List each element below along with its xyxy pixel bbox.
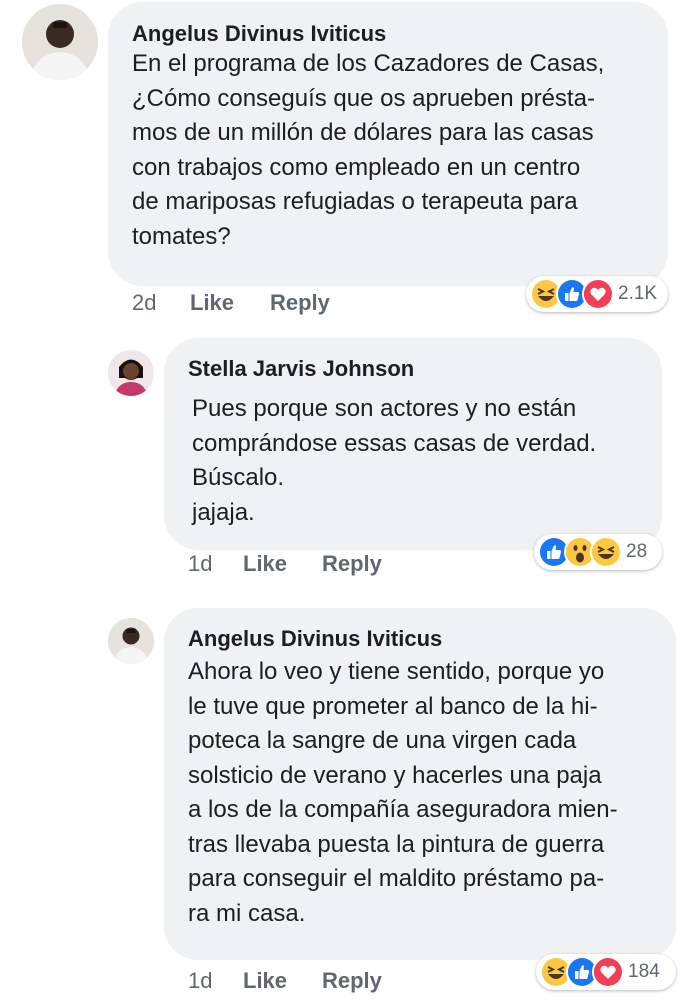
avatar[interactable] xyxy=(108,350,154,396)
comment-author[interactable]: Angelus Divinus Iviticus xyxy=(188,626,442,652)
user-photo-icon xyxy=(108,350,154,396)
user-photo-icon xyxy=(22,4,98,80)
haha-icon xyxy=(590,536,622,568)
like-button[interactable]: Like xyxy=(243,551,287,577)
like-button[interactable]: Like xyxy=(190,290,234,316)
avatar[interactable] xyxy=(22,4,98,80)
comment-actions: 2d Like Reply xyxy=(132,290,532,318)
reaction-count: 28 xyxy=(626,541,648,562)
reply-button[interactable]: Reply xyxy=(270,290,330,316)
reaction-summary[interactable]: 184 xyxy=(536,954,676,990)
like-button[interactable]: Like xyxy=(243,968,287,994)
comment-text: Ahora lo veo y tiene sentido, porque yo … xyxy=(188,658,618,927)
reply-button[interactable]: Reply xyxy=(322,551,382,577)
reaction-summary[interactable]: 28 xyxy=(534,534,662,570)
comment-author[interactable]: Angelus Divinus Iviticus xyxy=(132,21,386,47)
comment-bubble: Stella Jarvis Johnson Pues porque son ac… xyxy=(164,338,662,550)
avatar[interactable] xyxy=(108,618,154,664)
comment-actions: 1d Like Reply xyxy=(188,551,488,579)
user-photo-icon xyxy=(108,618,154,664)
comment-bubble: Angelus Divinus Iviticus Ahora lo veo y … xyxy=(164,608,676,960)
reply-button[interactable]: Reply xyxy=(322,968,382,994)
comment-bubble: Angelus Divinus Iviticus En el programa … xyxy=(108,2,668,286)
comment-author[interactable]: Stella Jarvis Johnson xyxy=(188,356,414,382)
reply-comment: Stella Jarvis Johnson Pues porque son ac… xyxy=(0,330,700,590)
reaction-summary[interactable]: 2.1K xyxy=(526,276,668,312)
comment-text: En el programa de los Cazadores de Casas… xyxy=(132,50,605,250)
comment-text: Pues porque son actores y no están compr… xyxy=(192,395,597,526)
comment-timestamp[interactable]: 1d xyxy=(188,551,212,577)
comment: Angelus Divinus Iviticus En el programa … xyxy=(0,0,700,330)
reply-comment: Angelus Divinus Iviticus Ahora lo veo y … xyxy=(0,600,700,1008)
reaction-count: 2.1K xyxy=(618,283,658,304)
reaction-count: 184 xyxy=(628,961,660,982)
love-icon xyxy=(582,278,614,310)
love-icon xyxy=(592,956,624,988)
comment-timestamp[interactable]: 2d xyxy=(132,290,156,316)
comment-timestamp[interactable]: 1d xyxy=(188,968,212,994)
comment-actions: 1d Like Reply xyxy=(188,968,488,996)
